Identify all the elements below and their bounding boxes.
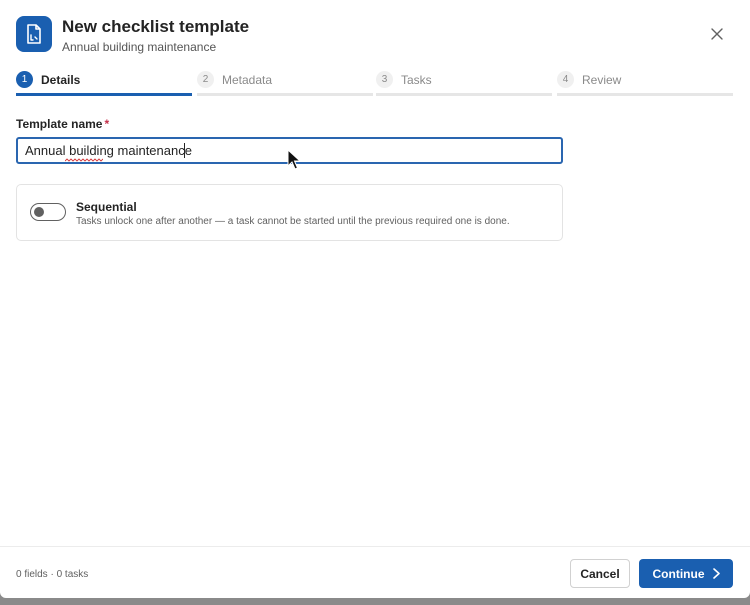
sequential-description: Tasks unlock one after another — a task … <box>76 216 510 227</box>
template-name-label-text: Template name <box>16 117 103 131</box>
step-details[interactable]: 1 Details <box>16 66 192 96</box>
sequential-title: Sequential <box>76 200 137 214</box>
new-template-dialog: New checklist template Annual building m… <box>0 0 750 598</box>
chevron-right-icon <box>712 568 720 579</box>
dialog-subtitle: Annual building maintenance <box>62 40 217 54</box>
cancel-button[interactable]: Cancel <box>570 559 630 588</box>
step-number: 1 <box>16 71 33 88</box>
step-review[interactable]: 4 Review <box>557 66 733 96</box>
continue-label: Continue <box>652 566 705 581</box>
step-number: 2 <box>197 71 214 88</box>
template-name-label: Template name * <box>16 117 109 131</box>
spellcheck-underline <box>65 158 103 162</box>
required-marker: * <box>104 117 110 131</box>
sequential-option-card: Sequential Tasks unlock one after anothe… <box>16 184 563 241</box>
toggle-knob <box>34 207 44 217</box>
step-number: 4 <box>557 71 574 88</box>
step-metadata[interactable]: 2 Metadata <box>197 66 373 96</box>
sequential-toggle[interactable] <box>30 203 66 221</box>
dialog-title: New checklist template <box>62 17 250 36</box>
step-label: Details <box>41 72 81 87</box>
step-tasks[interactable]: 3 Tasks <box>376 66 552 96</box>
dialog-footer: 0 fields · 0 tasks Cancel Continue <box>0 546 750 598</box>
step-label: Review <box>582 72 622 87</box>
text-caret <box>184 143 185 158</box>
step-label: Metadata <box>222 72 273 87</box>
continue-button[interactable]: Continue <box>639 559 733 588</box>
footer-status: 0 fields · 0 tasks <box>16 569 89 580</box>
step-label: Tasks <box>401 72 432 87</box>
wizard-steps: 1 Details 2 Metadata 3 Tasks 4 Review <box>16 66 733 98</box>
step-number: 3 <box>376 71 393 88</box>
document-checklist-icon <box>16 16 52 52</box>
close-icon[interactable] <box>707 24 727 44</box>
